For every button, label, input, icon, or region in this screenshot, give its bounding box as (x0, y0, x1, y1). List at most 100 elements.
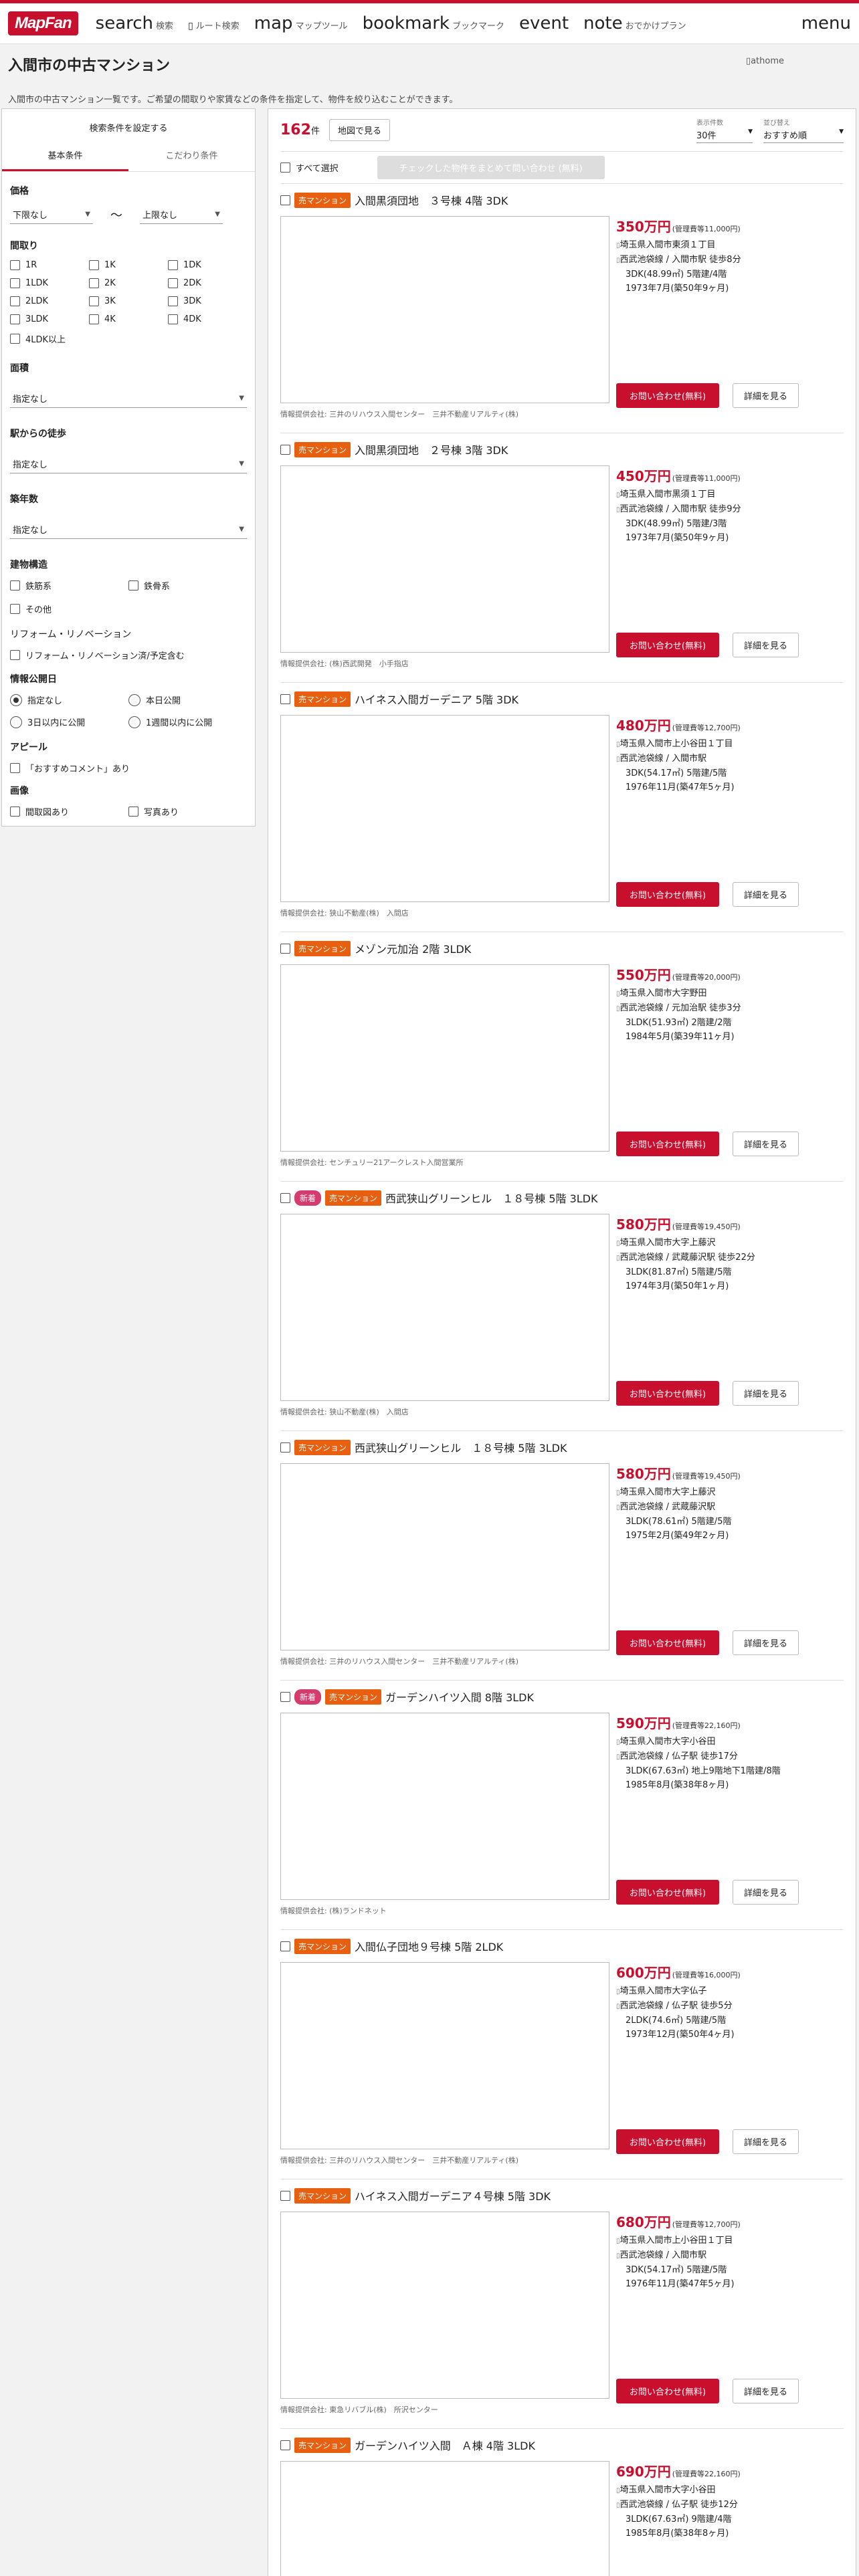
tab-detailed-conditions[interactable]: こだわり条件 (128, 140, 255, 171)
checkbox[interactable] (168, 260, 178, 270)
price-max-select[interactable]: 上限なし ▼ (140, 205, 223, 224)
listing-checkbox[interactable] (280, 2440, 290, 2450)
contact-button[interactable]: お問い合わせ(無料) (616, 383, 719, 408)
listing-photo[interactable] (280, 1463, 609, 1650)
listing-photo[interactable] (280, 715, 609, 902)
radio-button[interactable] (10, 716, 22, 728)
checkbox[interactable] (128, 807, 138, 817)
reform-checkbox[interactable]: リフォーム・リノベーション済/予定含む (10, 649, 247, 661)
listing-checkbox[interactable] (280, 693, 290, 704)
detail-button[interactable]: 詳細を見る (733, 383, 799, 408)
photo-checkbox[interactable]: 写真あり (128, 805, 247, 818)
listing-checkbox[interactable] (280, 1192, 290, 1203)
detail-button[interactable]: 詳細を見る (733, 882, 799, 907)
published-today-radio[interactable]: 本日公開 (128, 693, 247, 706)
listing-title[interactable]: メゾン元加治 2階 3LDK (355, 940, 471, 956)
layout-checkbox-2K[interactable]: 2K (89, 278, 168, 288)
nav-item-bookmark[interactable]: bookmark ブックマーク (363, 13, 504, 33)
walk-select[interactable]: 指定なし ▼ (10, 455, 247, 473)
detail-button[interactable]: 詳細を見る (733, 2129, 799, 2154)
listing-checkbox[interactable] (280, 2190, 290, 2201)
detail-button[interactable]: 詳細を見る (733, 1381, 799, 1406)
listing-photo[interactable] (280, 1713, 609, 1900)
checkbox[interactable] (10, 650, 20, 660)
checkbox[interactable] (10, 334, 20, 344)
layout-checkbox-2DK[interactable]: 2DK (168, 278, 247, 288)
listing-checkbox[interactable] (280, 1691, 290, 1702)
listing-checkbox[interactable] (280, 444, 290, 455)
listing-photo[interactable] (280, 465, 609, 653)
listing-photo[interactable] (280, 2461, 609, 2576)
checkbox[interactable] (10, 278, 20, 288)
age-select[interactable]: 指定なし ▼ (10, 520, 247, 539)
detail-button[interactable]: 詳細を見る (733, 1880, 799, 1905)
checkbox[interactable] (89, 296, 99, 306)
listing-title[interactable]: 西武狭山グリーンヒル １８号棟 5階 3LDK (355, 1439, 567, 1455)
checkbox[interactable] (10, 314, 20, 324)
structure-steel-checkbox[interactable]: 鉄骨系 (128, 579, 247, 592)
layout-checkbox-4K[interactable]: 4K (89, 314, 168, 324)
contact-button[interactable]: お問い合わせ(無料) (616, 2129, 719, 2154)
listing-checkbox[interactable] (280, 1941, 290, 1951)
floorplan-checkbox[interactable]: 間取図あり (10, 805, 128, 818)
checkbox[interactable] (89, 260, 99, 270)
listing-checkbox[interactable] (280, 1442, 290, 1453)
contact-button[interactable]: お問い合わせ(無料) (616, 1132, 719, 1156)
listing-photo[interactable] (280, 964, 609, 1152)
listing-photo[interactable] (280, 1962, 609, 2149)
published-any-radio[interactable]: 指定なし (10, 693, 128, 706)
listing-photo[interactable] (280, 2212, 609, 2399)
contact-button[interactable]: お問い合わせ(無料) (616, 1381, 719, 1406)
nav-item-note[interactable]: note おでかけプラン (583, 13, 686, 33)
detail-button[interactable]: 詳細を見る (733, 1630, 799, 1655)
listing-title[interactable]: 入間黒須団地 ２号棟 3階 3DK (355, 441, 508, 457)
checkbox[interactable] (89, 314, 99, 324)
layout-checkbox-1K[interactable]: 1K (89, 260, 168, 270)
checkbox[interactable] (10, 260, 20, 270)
area-select[interactable]: 指定なし ▼ (10, 389, 247, 408)
listing-title[interactable]: ガーデンハイツ入間 Ａ棟 4階 3LDK (355, 2437, 535, 2453)
layout-checkbox-4DK[interactable]: 4DK (168, 314, 247, 324)
layout-checkbox-3DK[interactable]: 3DK (168, 296, 247, 306)
per-page-select[interactable]: 30件 ▼ (696, 127, 753, 143)
listing-title[interactable]: ハイネス入間ガーデニア４号棟 5階 3DK (355, 2187, 551, 2204)
view-on-map-button[interactable]: 地図で見る (328, 119, 390, 141)
layout-checkbox-3LDK[interactable]: 3LDK (10, 314, 89, 324)
published-3days-radio[interactable]: 3日以内に公開 (10, 716, 128, 728)
layout-checkbox-1R[interactable]: 1R (10, 260, 89, 270)
price-min-select[interactable]: 下限なし ▼ (10, 205, 93, 224)
checkbox[interactable] (168, 278, 178, 288)
listing-title[interactable]: ハイネス入間ガーデニア 5階 3DK (355, 691, 518, 707)
nav-item-search[interactable]: search 検索 (96, 13, 173, 33)
sort-order-select[interactable]: おすすめ順 ▼ (763, 127, 844, 143)
listing-photo[interactable] (280, 1214, 609, 1401)
checkbox[interactable] (168, 314, 178, 324)
structure-other-checkbox[interactable]: その他 (10, 603, 128, 615)
radio-button[interactable] (10, 693, 22, 706)
athome-logo[interactable]: ▯athome (746, 56, 784, 66)
select-all-checkbox[interactable] (280, 163, 290, 173)
appeal-checkbox[interactable]: 「おすすめコメント」あり (10, 762, 247, 774)
published-week-radio[interactable]: 1週間以内に公開 (128, 716, 247, 728)
listing-photo[interactable] (280, 216, 609, 403)
listing-checkbox[interactable] (280, 943, 290, 954)
nav-item-event[interactable]: event (519, 13, 569, 33)
layout-checkbox-2LDK[interactable]: 2LDK (10, 296, 89, 306)
mapfan-logo[interactable]: MapFan (8, 11, 78, 35)
layout-checkbox-4LDK以上[interactable]: 4LDK以上 (10, 332, 89, 345)
checkbox[interactable] (10, 296, 20, 306)
checkbox[interactable] (168, 296, 178, 306)
layout-checkbox-3K[interactable]: 3K (89, 296, 168, 306)
layout-checkbox-1LDK[interactable]: 1LDK (10, 278, 89, 288)
checkbox[interactable] (10, 807, 20, 817)
contact-button[interactable]: お問い合わせ(無料) (616, 2379, 719, 2403)
checkbox[interactable] (10, 580, 20, 591)
contact-button[interactable]: お問い合わせ(無料) (616, 1630, 719, 1655)
detail-button[interactable]: 詳細を見る (733, 1132, 799, 1156)
contact-button[interactable]: お問い合わせ(無料) (616, 633, 719, 657)
checkbox[interactable] (128, 580, 138, 591)
tab-basic-conditions[interactable]: 基本条件 (2, 140, 128, 171)
radio-button[interactable] (128, 693, 140, 706)
listing-title[interactable]: 入間仏子団地９号棟 5階 2LDK (355, 1938, 503, 1954)
nav-item-route[interactable]: ▯ ルート検索 (188, 19, 240, 31)
